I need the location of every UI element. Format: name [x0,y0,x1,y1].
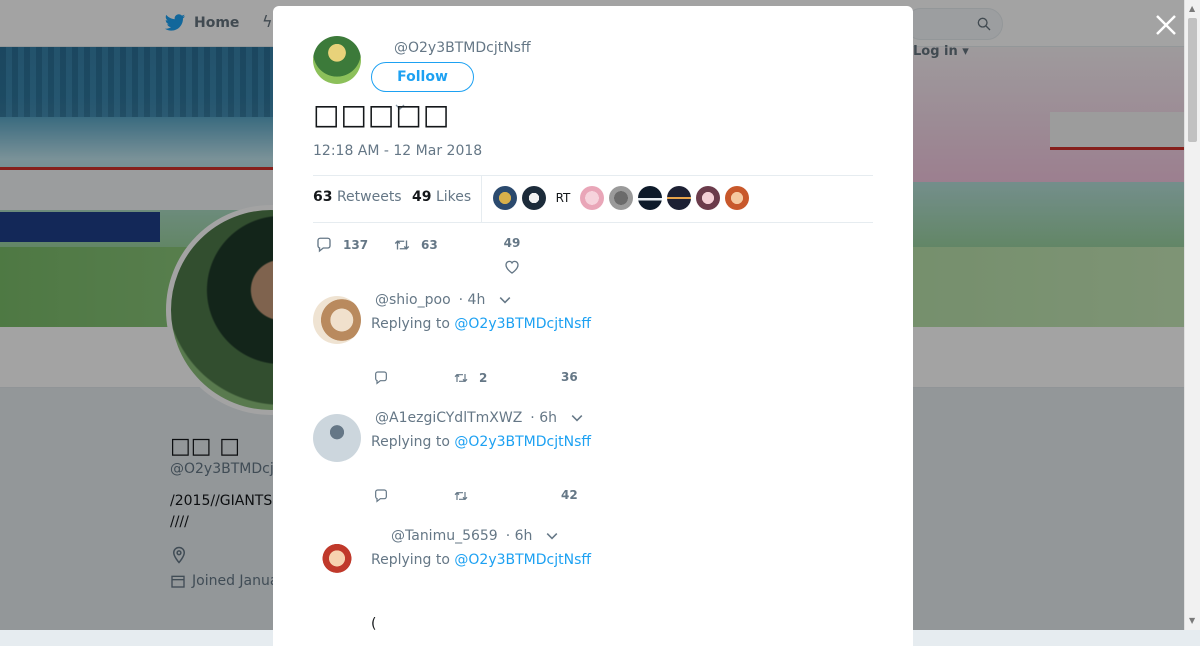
tweet-text: □□□□□ [313,98,451,131]
retweet-action[interactable]: 63 [393,236,438,254]
like-action[interactable]: 49 [503,236,521,276]
like-count: 49 [503,236,521,250]
tweet-stats: 63 Retweets 49 Likes RT [313,175,873,223]
retweet-count: 2 [479,371,488,385]
reply-action[interactable]: 137 [315,236,368,254]
reply-icon [317,237,331,253]
reply-time[interactable]: · 4h [459,292,486,308]
reply-actions: 42 [373,488,693,508]
heart-icon [505,260,519,274]
chevron-down-icon[interactable] [546,530,558,542]
liker-avatar[interactable] [696,186,720,210]
reply-header: @shio_poo · 4h [375,292,511,308]
replying-to-link[interactable]: @O2y3BTMDcjtNsff [454,552,591,568]
reply-actions: 2 36 [373,370,693,390]
reply-time[interactable]: · 6h [530,410,557,426]
reply-icon [375,489,387,503]
retweet-icon [454,373,468,383]
scroll-up-arrow[interactable]: ▲ [1189,4,1195,13]
reply-action[interactable] [373,488,389,504]
chevron-down-icon[interactable] [499,294,511,306]
likes-stat[interactable]: 49 Likes [412,189,471,205]
liker-avatar[interactable] [667,186,691,210]
replying-to-link[interactable]: @O2y3BTMDcjtNsff [454,316,591,332]
replying-to: Replying to @O2y3BTMDcjtNsff [371,552,591,568]
reply-avatar[interactable] [313,532,361,580]
replying-prefix: Replying to [371,434,450,450]
liker-avatar[interactable] [493,186,517,210]
reply-header: @A1ezgiCYdlTmXWZ · 6h [375,410,583,426]
reply-tweet[interactable]: @shio_poo · 4h Replying to @O2y3BTMDcjtN… [273,284,913,403]
likes-count: 49 [412,189,432,205]
like-count: 42 [561,488,578,502]
reply-handle[interactable]: @Tanimu_5659 [391,528,498,544]
liker-avatar[interactable] [725,186,749,210]
tweet-author-avatar[interactable] [313,36,361,84]
reply-avatar[interactable] [313,296,361,344]
retweets-stat[interactable]: 63 Retweets [313,189,402,205]
reply-count: 137 [343,238,369,252]
replying-to-link[interactable]: @O2y3BTMDcjtNsff [454,434,591,450]
like-action[interactable]: 36 [561,370,578,384]
reply-avatar[interactable] [313,414,361,462]
retweets-count: 63 [313,189,333,205]
like-count: 36 [561,370,578,384]
replying-to: Replying to @O2y3BTMDcjtNsff [371,434,591,450]
retweets-label: Retweets [336,189,402,205]
reply-icon [375,371,387,385]
page-scrollbar[interactable]: ▲ ▼ [1184,0,1200,630]
liker-avatar[interactable] [580,186,604,210]
reply-tweet[interactable]: @A1ezgiCYdlTmXWZ · 6h Replying to @O2y3B… [273,402,913,521]
liker-avatar[interactable] [638,186,662,210]
tweet-timestamp[interactable]: 12:18 AM - 12 Mar 2018 [313,143,482,159]
retweet-icon [454,491,468,501]
scroll-down-arrow[interactable]: ▼ [1189,616,1195,625]
close-icon[interactable] [1153,12,1179,38]
liker-rt-label[interactable]: RT [551,191,575,205]
retweet-action[interactable] [453,488,469,504]
reply-handle[interactable]: @A1ezgiCYdlTmXWZ [375,410,522,426]
tweet-actions: 137 63 49 [313,231,873,281]
like-action[interactable]: 42 [561,488,578,502]
reply-handle[interactable]: @shio_poo [375,292,451,308]
retweet-count: 63 [421,238,438,252]
replying-prefix: Replying to [371,316,450,332]
retweet-icon [394,240,410,250]
reply-tweet[interactable]: @Tanimu_5659 · 6h Replying to @O2y3BTMDc… [273,520,913,646]
stats-divider [481,176,482,222]
reply-action[interactable] [373,370,389,386]
liker-avatar[interactable] [522,186,546,210]
reply-time[interactable]: · 6h [506,528,533,544]
tweet-author-handle[interactable]: @O2y3BTMDcjtNsff [394,40,531,56]
follow-button[interactable]: Follow [371,62,474,92]
likes-label: Likes [435,189,472,205]
chevron-down-icon[interactable] [571,412,583,424]
likers-list: RT [493,186,749,210]
replying-to: Replying to @O2y3BTMDcjtNsff [371,316,591,332]
tweet-modal: @O2y3BTMDcjtNsff Follow □□□□□ 12:18 AM -… [273,6,913,646]
retweet-action[interactable]: 2 [453,370,487,386]
scrollbar-thumb[interactable] [1188,18,1197,142]
replying-prefix: Replying to [371,552,450,568]
reply-header: @Tanimu_5659 · 6h [391,528,558,544]
liker-avatar[interactable] [609,186,633,210]
